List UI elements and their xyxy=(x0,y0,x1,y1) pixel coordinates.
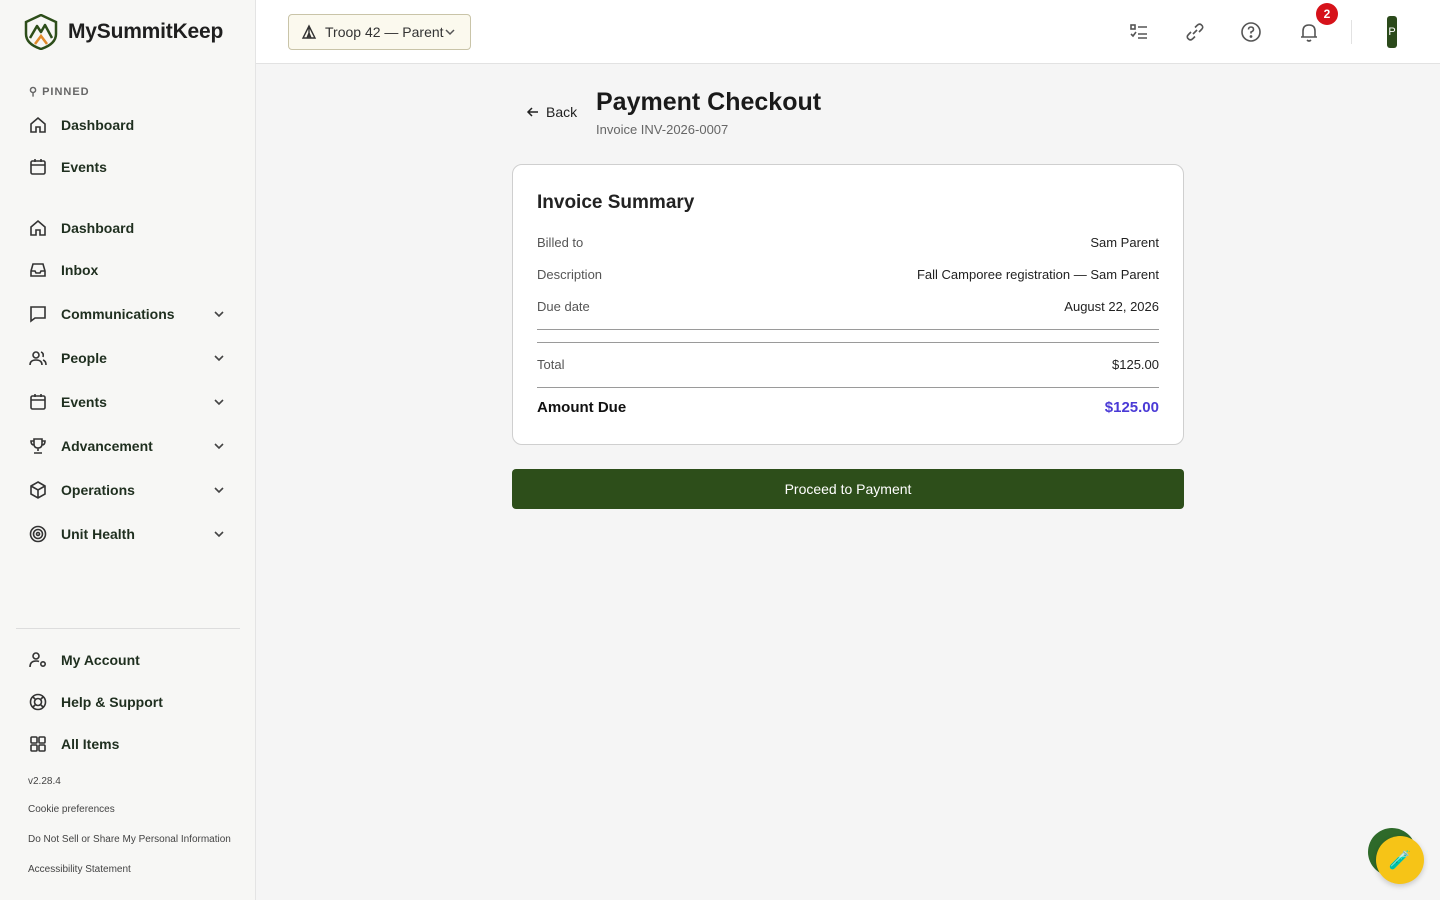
inbox-icon xyxy=(30,263,46,277)
link-icon[interactable] xyxy=(1183,20,1207,44)
box-icon xyxy=(30,481,46,499)
bell-icon[interactable] xyxy=(1297,20,1321,44)
checklist-icon[interactable] xyxy=(1127,20,1151,44)
nav-label: Events xyxy=(61,394,107,410)
sidebar: MySummitKeep ⚲ PINNED Dashboard Events D… xyxy=(0,0,256,900)
due-date-label: Due date xyxy=(537,299,590,314)
due-date-value: August 22, 2026 xyxy=(1064,299,1159,314)
lifebuoy-icon xyxy=(29,693,47,711)
sidebar-item-operations[interactable]: Operations xyxy=(16,471,240,509)
cookie-preferences-link[interactable]: Cookie preferences xyxy=(28,804,115,815)
divider xyxy=(537,329,1159,330)
chevron-down-icon xyxy=(214,487,224,494)
home-icon xyxy=(30,116,46,133)
sidebar-item-unit-health[interactable]: Unit Health xyxy=(16,515,240,553)
nav-label: Communications xyxy=(61,306,175,322)
nav-label: Advancement xyxy=(61,438,153,454)
sidebar-item-communications[interactable]: Communications xyxy=(16,295,240,333)
invoice-summary-card: Invoice Summary Billed to Sam Parent Des… xyxy=(512,164,1184,445)
description-value: Fall Camporee registration — Sam Parent xyxy=(916,267,1159,282)
version-label: v2.28.4 xyxy=(28,776,61,787)
description-label: Description xyxy=(537,267,603,282)
sidebar-item-my-account[interactable]: My Account xyxy=(16,641,240,679)
people-icon xyxy=(29,351,47,366)
accessibility-statement-link[interactable]: Accessibility Statement xyxy=(28,864,131,875)
amount-due-value: $125.00 xyxy=(1104,399,1159,416)
pin-icon: ⚲ xyxy=(29,86,39,98)
do-not-sell-link[interactable]: Do Not Sell or Share My Personal Informa… xyxy=(28,834,231,845)
chevron-down-icon xyxy=(214,531,224,538)
target-icon xyxy=(29,525,47,543)
pinned-item-dashboard[interactable]: Dashboard xyxy=(16,106,240,144)
amount-due-row: Amount Due $125.00 xyxy=(537,399,1159,416)
nav-label: Events xyxy=(61,159,107,175)
chevron-down-icon xyxy=(214,399,224,406)
sidebar-item-inbox[interactable]: Inbox xyxy=(16,251,240,289)
nav-label: Help & Support xyxy=(61,694,163,710)
app-logo[interactable]: MySummitKeep xyxy=(24,14,223,50)
invoice-number: Invoice INV-2026-0007 xyxy=(596,122,729,137)
grid-icon xyxy=(30,736,46,752)
test-tube-icon: 🧪 xyxy=(1388,849,1412,870)
user-gear-icon xyxy=(29,652,47,668)
proceed-to-payment-button[interactable]: Proceed to Payment xyxy=(512,469,1184,509)
unit-selector-label: Troop 42 — Parent xyxy=(325,24,444,40)
due-date-row: Due date August 22, 2026 xyxy=(537,299,1159,314)
nav-label: My Account xyxy=(61,652,140,668)
amount-due-label: Amount Due xyxy=(537,399,627,416)
divider xyxy=(537,387,1159,388)
tent-icon xyxy=(301,24,317,39)
chevron-down-icon xyxy=(445,29,455,36)
total-value: $125.00 xyxy=(1112,357,1159,372)
nav-label: Inbox xyxy=(61,262,99,278)
app-name: MySummitKeep xyxy=(68,20,224,43)
calendar-icon xyxy=(30,159,46,175)
chevron-down-icon xyxy=(214,443,224,450)
sidebar-item-all-items[interactable]: All Items xyxy=(16,725,240,763)
chat-icon xyxy=(30,306,46,323)
billed-to-label: Billed to xyxy=(537,235,584,250)
pinned-item-events[interactable]: Events xyxy=(16,148,240,186)
chevron-down-icon xyxy=(214,311,224,318)
unit-selector[interactable]: Troop 42 — Parent xyxy=(288,14,471,50)
topbar-divider xyxy=(1351,20,1352,44)
billed-to-row: Billed to Sam Parent xyxy=(537,235,1159,250)
pinned-label-text: PINNED xyxy=(42,85,90,98)
description-row: Description Fall Camporee registration —… xyxy=(537,267,1159,282)
nav-label: Operations xyxy=(61,482,135,498)
arrow-left-icon xyxy=(526,107,538,117)
back-label: Back xyxy=(546,104,578,120)
divider xyxy=(537,342,1159,343)
chevron-down-icon xyxy=(214,355,224,362)
invoice-summary-title: Invoice Summary xyxy=(537,192,695,213)
back-button[interactable]: Back xyxy=(526,104,577,120)
home-icon xyxy=(30,219,46,236)
notification-badge: 2 xyxy=(1316,3,1338,25)
sidebar-item-people[interactable]: People xyxy=(16,339,240,377)
calendar-icon xyxy=(30,394,46,410)
nav-label: People xyxy=(61,350,107,366)
nav-label: Unit Health xyxy=(61,526,135,542)
nav-label: Dashboard xyxy=(61,220,135,236)
help-icon[interactable] xyxy=(1239,20,1263,44)
trophy-icon xyxy=(30,438,46,454)
sidebar-item-advancement[interactable]: Advancement xyxy=(16,427,240,465)
nav-label: Dashboard xyxy=(61,117,135,133)
page-title: Payment Checkout xyxy=(596,88,822,116)
topbar: Troop 42 — Parent 2 P xyxy=(256,0,1440,64)
sidebar-item-help-support[interactable]: Help & Support xyxy=(16,683,240,721)
sidebar-divider xyxy=(16,628,240,629)
assistant-fab[interactable]: 🧪 xyxy=(1376,836,1424,884)
sidebar-item-events[interactable]: Events xyxy=(16,383,240,421)
avatar[interactable]: P xyxy=(1387,16,1397,48)
total-row: Total $125.00 xyxy=(537,357,1159,372)
total-label: Total xyxy=(537,357,565,372)
nav-label: All Items xyxy=(61,736,120,752)
mountain-logo-icon xyxy=(24,14,58,50)
pinned-section-label: ⚲ PINNED xyxy=(29,85,90,99)
sidebar-item-dashboard[interactable]: Dashboard xyxy=(16,209,240,247)
billed-to-value: Sam Parent xyxy=(1090,235,1159,250)
